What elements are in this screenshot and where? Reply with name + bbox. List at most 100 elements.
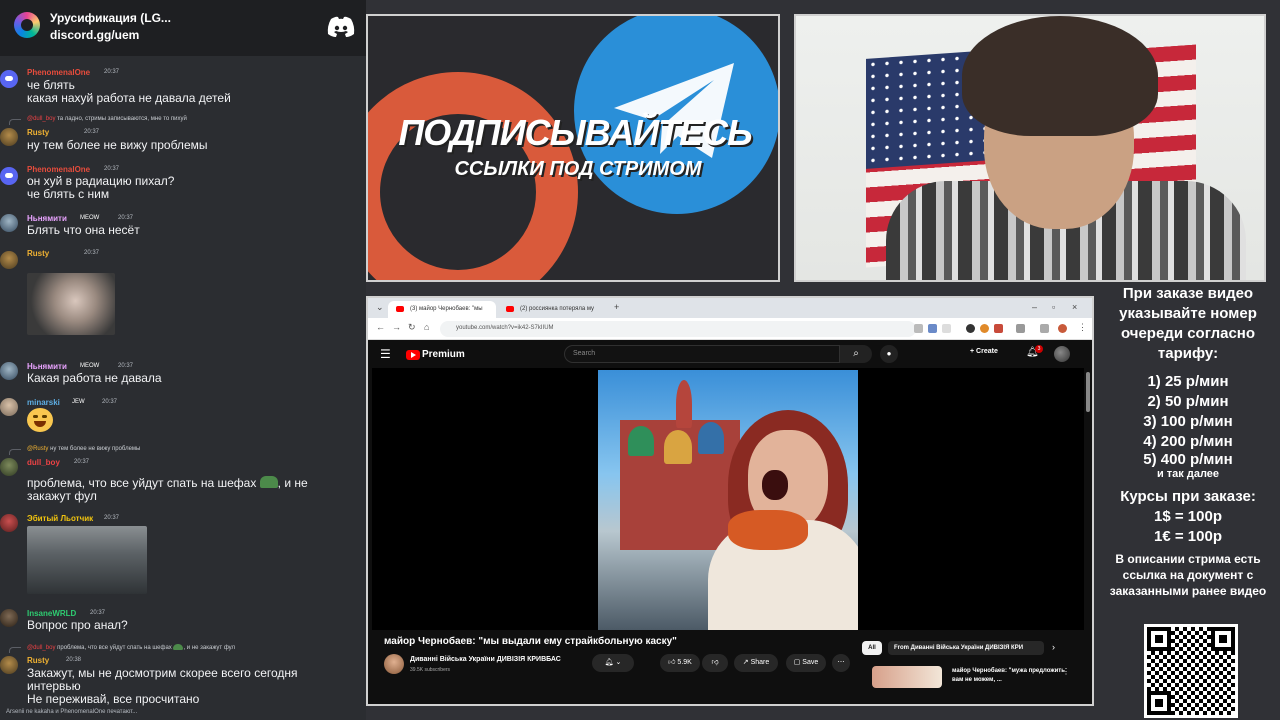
- extension-icon[interactable]: [994, 324, 1003, 333]
- like-button[interactable]: 👍︎ 5.9K: [660, 654, 700, 672]
- order-info-panel: При заказе видео указывайте номер очеред…: [1100, 284, 1276, 599]
- tariff-etc: и так далее: [1156, 468, 1220, 480]
- cathedral-dome: [664, 430, 692, 464]
- video-player[interactable]: [372, 368, 1084, 630]
- new-tab-icon[interactable]: +: [614, 302, 619, 312]
- channel-avatar[interactable]: [384, 654, 404, 674]
- search-input[interactable]: Search: [564, 345, 840, 363]
- tab-youtube-other[interactable]: (2) россиянка потеряла му: [498, 301, 606, 318]
- username[interactable]: dull_boy: [27, 458, 60, 467]
- reply-preview[interactable]: @Rusty ну тем более не вижу проблемы: [27, 446, 140, 452]
- save-button[interactable]: ▢ Save: [786, 654, 826, 672]
- tab-search-icon[interactable]: ⌄: [376, 302, 384, 313]
- video-frame: [598, 370, 858, 630]
- username[interactable]: Ньнямити: [27, 362, 67, 371]
- browser-menu-icon[interactable]: ⋮: [1078, 322, 1087, 333]
- extension-icon[interactable]: [966, 324, 975, 333]
- youtube-premium-label[interactable]: Premium: [422, 349, 465, 360]
- reply-text: та ладно, стримы записываются, мне то пи…: [57, 116, 187, 122]
- recommended-thumbnail[interactable]: [872, 666, 942, 688]
- tariff-item: 1) 25 р/мин: [1147, 373, 1229, 390]
- image-attachment[interactable]: [27, 526, 147, 594]
- url-input[interactable]: youtube.com/watch?v=ik42-S7kIIUM: [440, 321, 916, 337]
- extension-icon[interactable]: [980, 324, 989, 333]
- channel-name[interactable]: Диванні Війська України ДИВІЗІЯ КРИВБАС: [410, 656, 561, 663]
- chevron-right-icon[interactable]: ›: [1052, 642, 1055, 652]
- zoom-icon[interactable]: [914, 324, 923, 333]
- message-text: Какая работа не давала: [27, 371, 162, 385]
- order-note: При заказе видео указывайте номер очеред…: [1119, 285, 1257, 362]
- message-text: проблема, что все уйдут спать на шефах ,…: [27, 476, 308, 503]
- reply-text-tail: , и не закажут фул: [183, 645, 236, 651]
- username[interactable]: Rusty: [27, 656, 49, 665]
- tab-label: (3) майор Чернобаев: "мы: [410, 306, 483, 312]
- user-avatar: [0, 128, 18, 146]
- message-text: Блять что она несёт: [27, 223, 140, 237]
- reply-connector: [9, 449, 21, 455]
- reload-icon[interactable]: ↻: [408, 322, 416, 333]
- back-icon[interactable]: ←: [376, 322, 385, 332]
- cathedral-dome: [698, 422, 724, 454]
- hamburger-menu-icon[interactable]: ☰: [380, 347, 391, 361]
- reply-username: @Rusty: [27, 446, 49, 452]
- browser-window: ⌄ (3) майор Чернобаев: "мы (2) россиянка…: [366, 296, 1094, 706]
- bookmark-star-icon[interactable]: [942, 324, 951, 333]
- sidebar-icon[interactable]: [1040, 324, 1049, 333]
- extensions-puzzle-icon[interactable]: [1016, 324, 1025, 333]
- username[interactable]: Rusty: [27, 128, 49, 137]
- extension-icon[interactable]: [928, 324, 937, 333]
- username[interactable]: Ньнямити: [27, 214, 67, 223]
- close-icon[interactable]: ×: [1072, 302, 1077, 312]
- profile-icon[interactable]: [1058, 324, 1067, 333]
- user-avatar: [0, 251, 18, 269]
- reply-preview[interactable]: @dull_boy та ладно, стримы записываются,…: [27, 116, 187, 122]
- username[interactable]: minarski: [27, 398, 60, 407]
- reply-text: проблема, что все уйдут спать на шефах: [57, 645, 172, 651]
- role-badge: MEOW: [80, 215, 100, 221]
- timestamp: 20:37: [118, 363, 134, 369]
- subscribe-promo-panel: ПОДПИСЫВАЙТЕСЬ ССЫЛКИ ПОД СТРИМОМ: [366, 14, 780, 282]
- server-name: Урусификация (LG...: [50, 11, 171, 25]
- like-count: 5.9K: [677, 659, 692, 666]
- maximize-icon[interactable]: ▫: [1052, 302, 1055, 312]
- chip-all[interactable]: All: [862, 641, 882, 655]
- qr-code[interactable]: [1144, 624, 1238, 718]
- discord-logo-icon: [327, 16, 355, 37]
- dislike-button[interactable]: 👎︎: [702, 654, 728, 672]
- rate-eur: 1€ = 100р: [1154, 528, 1222, 545]
- reply-username: @dull_boy: [27, 645, 56, 651]
- username[interactable]: Rusty: [27, 249, 49, 258]
- chip-from-channel[interactable]: From Диванні Війська України ДИВІЗІЯ КРИ: [888, 641, 1044, 655]
- page-scrollbar[interactable]: [1086, 372, 1090, 412]
- share-button[interactable]: ↗ Share: [734, 654, 778, 672]
- youtube-logo-icon[interactable]: [406, 350, 420, 360]
- forward-icon[interactable]: →: [392, 322, 401, 332]
- microphone-icon[interactable]: ●: [880, 345, 898, 363]
- address-bar-row: ← → ↻ ⌂ youtube.com/watch?v=ik42-S7kIIUM…: [368, 318, 1092, 340]
- username[interactable]: InsaneWRLD: [27, 609, 76, 618]
- tab-strip: ⌄ (3) майор Чернобаев: "мы (2) россиянка…: [368, 298, 1092, 318]
- recommended-title[interactable]: майор Чернобаев: "мужа предложить вам не…: [952, 667, 1072, 685]
- timestamp: 20:37: [102, 399, 118, 405]
- user-avatar: [0, 214, 18, 232]
- create-button[interactable]: + Create: [970, 348, 998, 355]
- image-attachment[interactable]: [27, 273, 115, 335]
- subscribe-bell-button[interactable]: 🔔︎ ⌄: [592, 654, 634, 672]
- username[interactable]: Эбитый Льотчик: [27, 514, 93, 523]
- ship-emoji-icon: [259, 476, 278, 488]
- search-icon[interactable]: ⌕: [840, 345, 872, 363]
- stream-layout: Урусификация (LG... discord.gg/uem Pheno…: [0, 0, 1280, 720]
- more-actions-icon[interactable]: ⋯: [832, 654, 850, 672]
- username[interactable]: PhenomenalOne: [27, 165, 90, 174]
- home-icon[interactable]: ⌂: [424, 322, 429, 332]
- laughing-emoji-icon: [27, 408, 53, 432]
- promo-title: ПОДПИСЫВАЙТЕСЬ: [398, 112, 752, 153]
- username[interactable]: PhenomenalOne: [27, 68, 90, 77]
- account-avatar[interactable]: [1054, 346, 1070, 362]
- minimize-icon[interactable]: –: [1032, 302, 1037, 312]
- message-text-head: проблема, что все уйдут спать на шефах: [27, 476, 257, 490]
- tariff-item: 4) 200 р/мин: [1143, 433, 1233, 450]
- reply-preview[interactable]: @dull_boy проблема, что все уйдут спать …: [27, 644, 235, 651]
- more-options-icon[interactable]: ⋮: [1062, 667, 1070, 676]
- tab-youtube-video[interactable]: (3) майор Чернобаев: "мы: [388, 301, 496, 318]
